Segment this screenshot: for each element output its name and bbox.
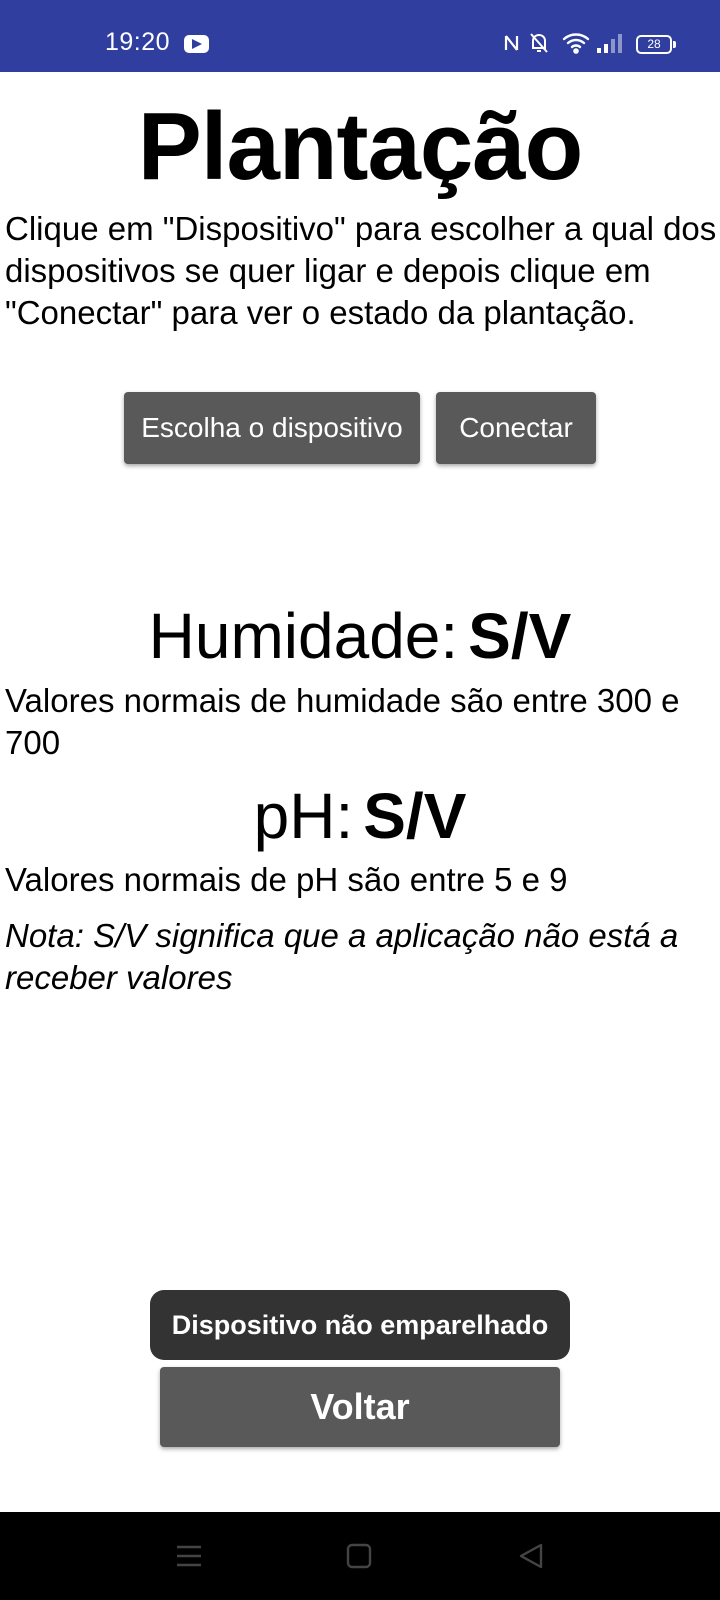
menu-icon[interactable] [176,1542,202,1575]
ph-value: S/V [363,780,467,852]
signal-icon [596,32,624,56]
back-button[interactable]: Voltar [160,1367,560,1447]
ph-label: pH: [253,780,354,852]
wifi-icon [562,32,590,56]
youtube-icon [184,35,209,53]
status-time: 19:20 [105,28,171,56]
ph-reading: pH: S/V [0,778,720,854]
back-icon[interactable] [518,1542,544,1575]
instructions-text: Clique em "Dispositivo" para escolher a … [5,210,717,331]
humidity-reading: Humidade: S/V [0,598,720,674]
humidity-note: Valores normais de humidade são entre 30… [5,682,680,761]
status-bar: 19:20 28 [0,0,720,72]
nfc-icon [503,32,521,56]
connect-button[interactable]: Conectar [436,392,596,464]
home-icon[interactable] [346,1542,372,1575]
ph-note: Valores normais de pH são entre 5 e 9 [5,861,568,898]
toast-message: Dispositivo não emparelhado [150,1290,570,1360]
choose-device-button[interactable]: Escolha o dispositivo [124,392,420,464]
humidity-value: S/V [468,600,572,672]
humidity-label: Humidade: [148,600,459,672]
navigation-bar [0,1512,720,1600]
page-title: Plantação [137,93,584,200]
bell-off-icon [529,32,549,56]
disclaimer-note: Nota: S/V significa que a aplicação não … [5,917,679,996]
battery-icon: 28 [636,35,676,54]
